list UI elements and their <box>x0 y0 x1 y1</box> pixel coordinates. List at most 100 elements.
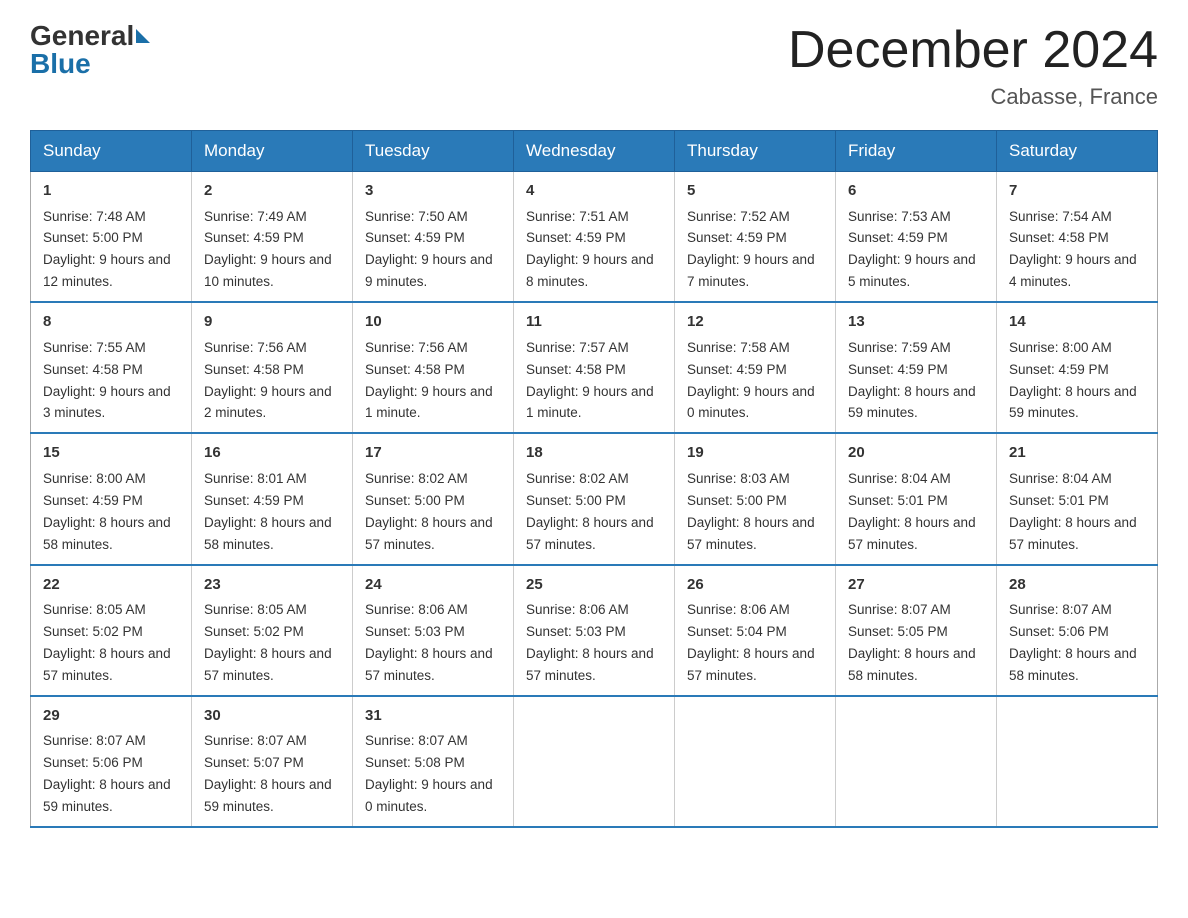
calendar-cell: 27 Sunrise: 8:07 AMSunset: 5:05 PMDayligh… <box>836 565 997 696</box>
day-number: 31 <box>365 705 501 728</box>
calendar-cell: 8 Sunrise: 7:55 AMSunset: 4:58 PMDaylight… <box>31 302 192 433</box>
day-info: Sunrise: 8:05 AMSunset: 5:02 PMDaylight:… <box>43 602 171 683</box>
calendar-table: SundayMondayTuesdayWednesdayThursdayFrid… <box>30 130 1158 828</box>
col-header-wednesday: Wednesday <box>514 131 675 172</box>
day-info: Sunrise: 7:53 AMSunset: 4:59 PMDaylight:… <box>848 209 976 290</box>
day-number: 19 <box>687 442 823 465</box>
calendar-cell: 30Sunrise: 8:07 AMSunset: 5:07 PMDayligh… <box>192 696 353 827</box>
day-info: Sunrise: 7:58 AMSunset: 4:59 PMDaylight:… <box>687 340 815 421</box>
calendar-cell <box>997 696 1158 827</box>
calendar-cell: 6 Sunrise: 7:53 AMSunset: 4:59 PMDaylight… <box>836 172 997 303</box>
day-info: Sunrise: 7:55 AMSunset: 4:58 PMDaylight:… <box>43 340 171 421</box>
calendar-cell: 16 Sunrise: 8:01 AMSunset: 4:59 PMDayligh… <box>192 433 353 564</box>
calendar-cell: 7Sunrise: 7:54 AMSunset: 4:58 PMDaylight… <box>997 172 1158 303</box>
day-info: Sunrise: 8:00 AMSunset: 4:59 PMDaylight:… <box>43 471 171 552</box>
day-number: 12 <box>687 311 823 334</box>
col-header-saturday: Saturday <box>997 131 1158 172</box>
day-info: Sunrise: 7:56 AMSunset: 4:58 PMDaylight:… <box>365 340 493 421</box>
logo-blue-text: Blue <box>30 48 91 79</box>
day-number: 6 <box>848 180 984 203</box>
day-number: 28 <box>1009 574 1145 597</box>
day-info: Sunrise: 8:06 AMSunset: 5:03 PMDaylight:… <box>365 602 493 683</box>
day-info: Sunrise: 7:54 AMSunset: 4:58 PMDaylight:… <box>1009 209 1137 290</box>
calendar-cell: 13Sunrise: 7:59 AMSunset: 4:59 PMDayligh… <box>836 302 997 433</box>
calendar-week-row: 22 Sunrise: 8:05 AMSunset: 5:02 PMDayligh… <box>31 565 1158 696</box>
calendar-cell: 15 Sunrise: 8:00 AMSunset: 4:59 PMDayligh… <box>31 433 192 564</box>
day-number: 14 <box>1009 311 1145 334</box>
calendar-cell: 31 Sunrise: 8:07 AMSunset: 5:08 PMDayligh… <box>353 696 514 827</box>
day-number: 20 <box>848 442 984 465</box>
calendar-cell <box>675 696 836 827</box>
day-number: 17 <box>365 442 501 465</box>
day-info: Sunrise: 8:07 AMSunset: 5:06 PMDaylight:… <box>1009 602 1137 683</box>
calendar-cell: 12 Sunrise: 7:58 AMSunset: 4:59 PMDayligh… <box>675 302 836 433</box>
calendar-week-row: 1 Sunrise: 7:48 AMSunset: 5:00 PMDaylight… <box>31 172 1158 303</box>
calendar-cell: 3 Sunrise: 7:50 AMSunset: 4:59 PMDaylight… <box>353 172 514 303</box>
calendar-cell: 28 Sunrise: 8:07 AMSunset: 5:06 PMDayligh… <box>997 565 1158 696</box>
day-info: Sunrise: 8:04 AMSunset: 5:01 PMDaylight:… <box>848 471 976 552</box>
calendar-cell <box>836 696 997 827</box>
logo-arrow-icon <box>136 29 150 43</box>
calendar-cell: 9Sunrise: 7:56 AMSunset: 4:58 PMDaylight… <box>192 302 353 433</box>
calendar-cell: 21 Sunrise: 8:04 AMSunset: 5:01 PMDayligh… <box>997 433 1158 564</box>
day-info: Sunrise: 7:49 AMSunset: 4:59 PMDaylight:… <box>204 209 332 290</box>
day-info: Sunrise: 8:03 AMSunset: 5:00 PMDaylight:… <box>687 471 815 552</box>
calendar-cell: 20 Sunrise: 8:04 AMSunset: 5:01 PMDayligh… <box>836 433 997 564</box>
day-number: 2 <box>204 180 340 203</box>
day-info: Sunrise: 8:00 AMSunset: 4:59 PMDaylight:… <box>1009 340 1137 421</box>
day-number: 5 <box>687 180 823 203</box>
day-info: Sunrise: 8:02 AMSunset: 5:00 PMDaylight:… <box>526 471 654 552</box>
day-number: 22 <box>43 574 179 597</box>
day-number: 29 <box>43 705 179 728</box>
day-info: Sunrise: 8:01 AMSunset: 4:59 PMDaylight:… <box>204 471 332 552</box>
day-number: 27 <box>848 574 984 597</box>
calendar-cell: 5 Sunrise: 7:52 AMSunset: 4:59 PMDaylight… <box>675 172 836 303</box>
day-number: 1 <box>43 180 179 203</box>
month-title: December 2024 <box>788 20 1158 80</box>
day-number: 15 <box>43 442 179 465</box>
day-info: Sunrise: 8:07 AMSunset: 5:08 PMDaylight:… <box>365 733 493 814</box>
day-info: Sunrise: 7:50 AMSunset: 4:59 PMDaylight:… <box>365 209 493 290</box>
page-header: General Blue December 2024 Cabasse, Fran… <box>30 20 1158 110</box>
calendar-cell: 25 Sunrise: 8:06 AMSunset: 5:03 PMDayligh… <box>514 565 675 696</box>
calendar-week-row: 15 Sunrise: 8:00 AMSunset: 4:59 PMDayligh… <box>31 433 1158 564</box>
day-info: Sunrise: 7:57 AMSunset: 4:58 PMDaylight:… <box>526 340 654 421</box>
calendar-cell: 17 Sunrise: 8:02 AMSunset: 5:00 PMDayligh… <box>353 433 514 564</box>
day-info: Sunrise: 8:06 AMSunset: 5:04 PMDaylight:… <box>687 602 815 683</box>
day-info: Sunrise: 7:59 AMSunset: 4:59 PMDaylight:… <box>848 340 976 421</box>
col-header-thursday: Thursday <box>675 131 836 172</box>
day-info: Sunrise: 8:04 AMSunset: 5:01 PMDaylight:… <box>1009 471 1137 552</box>
day-number: 23 <box>204 574 340 597</box>
calendar-cell: 18Sunrise: 8:02 AMSunset: 5:00 PMDayligh… <box>514 433 675 564</box>
calendar-cell: 29 Sunrise: 8:07 AMSunset: 5:06 PMDayligh… <box>31 696 192 827</box>
location-label: Cabasse, France <box>788 84 1158 110</box>
day-number: 30 <box>204 705 340 728</box>
col-header-monday: Monday <box>192 131 353 172</box>
day-number: 8 <box>43 311 179 334</box>
calendar-cell: 22 Sunrise: 8:05 AMSunset: 5:02 PMDayligh… <box>31 565 192 696</box>
day-number: 10 <box>365 311 501 334</box>
day-number: 9 <box>204 311 340 334</box>
day-info: Sunrise: 8:02 AMSunset: 5:00 PMDaylight:… <box>365 471 493 552</box>
col-header-friday: Friday <box>836 131 997 172</box>
day-number: 25 <box>526 574 662 597</box>
day-info: Sunrise: 8:07 AMSunset: 5:06 PMDaylight:… <box>43 733 171 814</box>
day-info: Sunrise: 7:51 AMSunset: 4:59 PMDaylight:… <box>526 209 654 290</box>
calendar-week-row: 8 Sunrise: 7:55 AMSunset: 4:58 PMDaylight… <box>31 302 1158 433</box>
title-area: December 2024 Cabasse, France <box>788 20 1158 110</box>
day-number: 3 <box>365 180 501 203</box>
calendar-cell: 23Sunrise: 8:05 AMSunset: 5:02 PMDayligh… <box>192 565 353 696</box>
day-info: Sunrise: 8:06 AMSunset: 5:03 PMDaylight:… <box>526 602 654 683</box>
day-number: 21 <box>1009 442 1145 465</box>
calendar-cell: 14 Sunrise: 8:00 AMSunset: 4:59 PMDayligh… <box>997 302 1158 433</box>
day-number: 24 <box>365 574 501 597</box>
calendar-cell: 4Sunrise: 7:51 AMSunset: 4:59 PMDaylight… <box>514 172 675 303</box>
calendar-cell: 24 Sunrise: 8:06 AMSunset: 5:03 PMDayligh… <box>353 565 514 696</box>
day-info: Sunrise: 7:48 AMSunset: 5:00 PMDaylight:… <box>43 209 171 290</box>
day-number: 16 <box>204 442 340 465</box>
calendar-cell <box>514 696 675 827</box>
day-number: 26 <box>687 574 823 597</box>
day-info: Sunrise: 8:07 AMSunset: 5:05 PMDaylight:… <box>848 602 976 683</box>
day-info: Sunrise: 7:52 AMSunset: 4:59 PMDaylight:… <box>687 209 815 290</box>
calendar-header-row: SundayMondayTuesdayWednesdayThursdayFrid… <box>31 131 1158 172</box>
